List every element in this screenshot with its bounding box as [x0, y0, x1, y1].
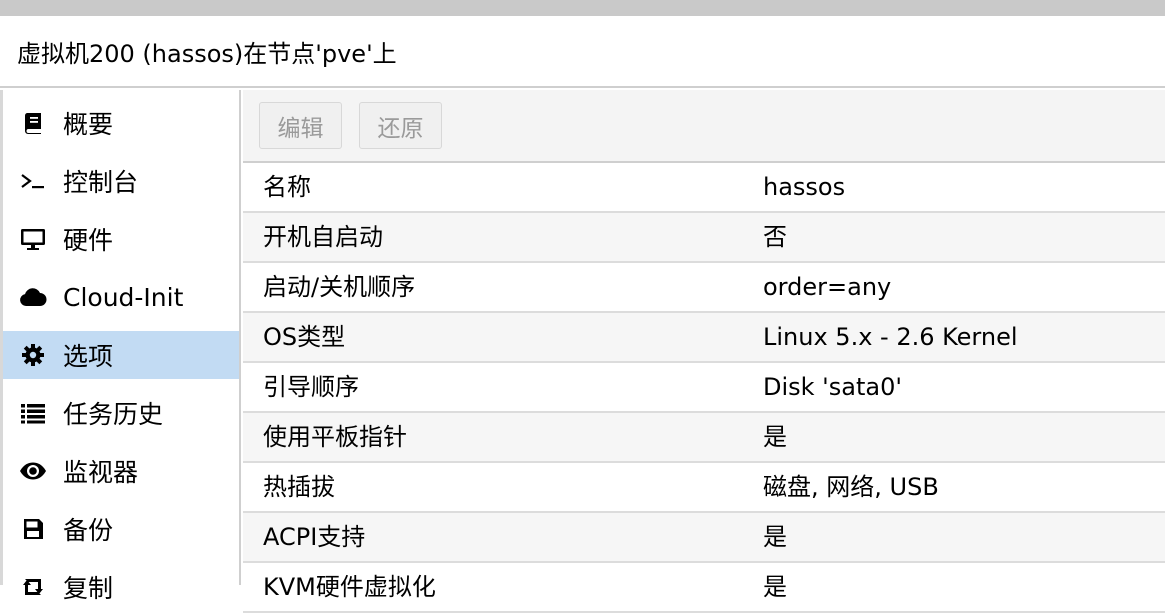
sidebar-item-label: 概要 [63, 110, 114, 139]
option-name: OS类型 [263, 323, 346, 351]
option-name: 热插拔 [263, 473, 335, 501]
option-name: 使用平板指针 [263, 423, 407, 451]
cloud-icon [19, 283, 47, 311]
option-value: order=any [763, 273, 892, 301]
sidebar-item-label: 复制 [63, 574, 114, 603]
sidebar-item-label: 任务历史 [63, 400, 164, 429]
sidebar-item-label: 监视器 [63, 458, 139, 487]
option-value: Linux 5.x - 2.6 Kernel [763, 323, 1018, 351]
option-value: Disk 'sata0' [763, 373, 902, 401]
terminal-icon [19, 167, 47, 195]
sidebar-item-label: 硬件 [63, 226, 114, 255]
table-row[interactable]: 开机自启动 否 [243, 213, 1165, 263]
sidebar: 概要 控制台 硬件 Cloud-Init 选项 任务历史 监视器 备份 复制 [3, 90, 241, 603]
option-name: 引导顺序 [263, 373, 359, 401]
option-value: 是 [763, 573, 787, 601]
sidebar-item-cloud-init[interactable]: Cloud-Init [3, 273, 239, 321]
option-name: 开机自启动 [263, 223, 383, 251]
table-row[interactable]: OS类型 Linux 5.x - 2.6 Kernel [243, 313, 1165, 363]
sidebar-item-label: Cloud-Init [63, 282, 184, 312]
revert-button[interactable]: 还原 [359, 102, 442, 149]
option-name: 启动/关机顺序 [263, 273, 416, 301]
table-row[interactable]: 启动/关机顺序 order=any [243, 263, 1165, 313]
sidebar-item-label: 备份 [63, 516, 114, 545]
option-value: hassos [763, 173, 846, 201]
sidebar-item-label: 选项 [63, 342, 114, 371]
option-name: KVM硬件虚拟化 [263, 573, 436, 601]
options-grid: 名称 hassos 开机自启动 否 启动/关机顺序 order=any OS类型… [243, 163, 1165, 613]
option-value: 磁盘, 网络, USB [763, 473, 939, 501]
option-name: ACPI支持 [263, 523, 366, 551]
sidebar-item-summary[interactable]: 概要 [3, 99, 239, 147]
sidebar-item-backup[interactable]: 备份 [3, 505, 239, 553]
edit-button[interactable]: 编辑 [259, 102, 342, 149]
window-top-bar [0, 0, 1165, 16]
table-row[interactable]: 引导顺序 Disk 'sata0' [243, 363, 1165, 413]
sidebar-item-console[interactable]: 控制台 [3, 157, 239, 205]
table-row[interactable]: ACPI支持 是 [243, 513, 1165, 563]
sidebar-item-replication[interactable]: 复制 [3, 563, 239, 611]
table-row[interactable]: 名称 hassos [243, 163, 1165, 213]
sidebar-item-task-history[interactable]: 任务历史 [3, 389, 239, 437]
retweet-icon [19, 573, 47, 601]
gear-icon [19, 341, 47, 369]
option-value: 是 [763, 523, 787, 551]
option-value: 是 [763, 423, 787, 451]
sidebar-item-label: 控制台 [63, 168, 139, 197]
sidebar-item-hardware[interactable]: 硬件 [3, 215, 239, 263]
sidebar-item-options[interactable]: 选项 [3, 331, 239, 379]
option-value: 否 [763, 223, 787, 251]
eye-icon [19, 457, 47, 485]
table-row[interactable]: KVM硬件虚拟化 是 [243, 563, 1165, 613]
sidebar-item-monitor[interactable]: 监视器 [3, 447, 239, 495]
table-row[interactable]: 热插拔 磁盘, 网络, USB [243, 463, 1165, 513]
option-name: 名称 [263, 173, 311, 201]
table-row[interactable]: 使用平板指针 是 [243, 413, 1165, 463]
panel-title: 虚拟机200 (hassos)在节点'pve'上 [0, 16, 1165, 88]
floppy-icon [19, 515, 47, 543]
book-icon [19, 109, 47, 137]
options-panel: 编辑 还原 名称 hassos 开机自启动 否 启动/关机顺序 order=an… [243, 90, 1165, 613]
toolbar: 编辑 还原 [243, 90, 1165, 163]
list-icon [19, 399, 47, 427]
monitor-icon [19, 225, 47, 253]
